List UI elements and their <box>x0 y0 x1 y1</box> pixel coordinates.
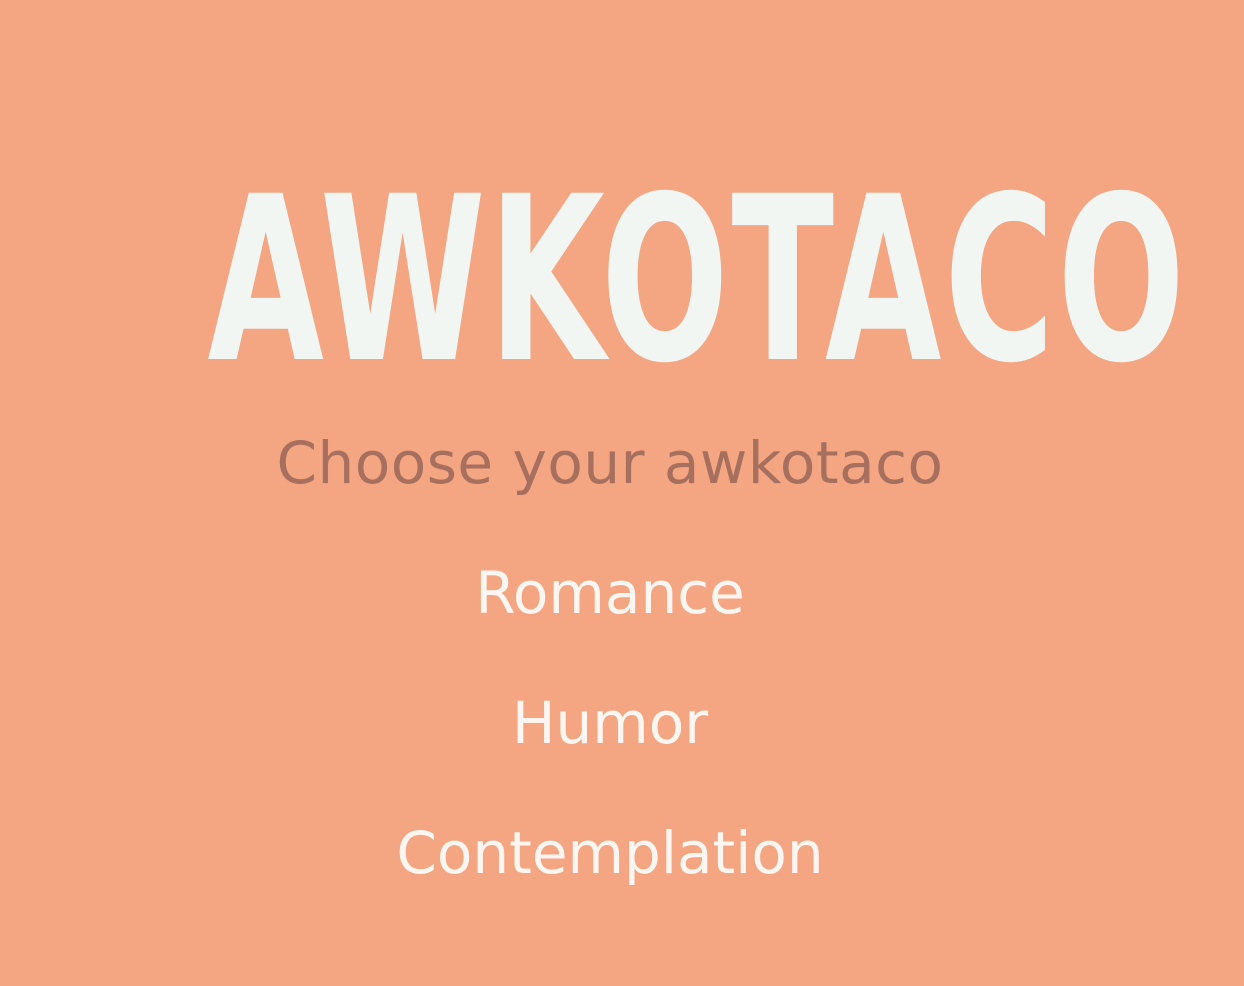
main-page: AWKOTACO Choose your awkotaco Romance Hu… <box>0 0 1244 986</box>
option-humor-link[interactable]: Humor <box>0 688 1220 758</box>
option-contemplation-link[interactable]: Contemplation <box>0 818 1220 888</box>
choose-subtitle: Choose your awkotaco <box>276 429 944 497</box>
brand-logo: AWKOTACO <box>207 147 1188 413</box>
option-romance-link[interactable]: Romance <box>0 558 1220 628</box>
